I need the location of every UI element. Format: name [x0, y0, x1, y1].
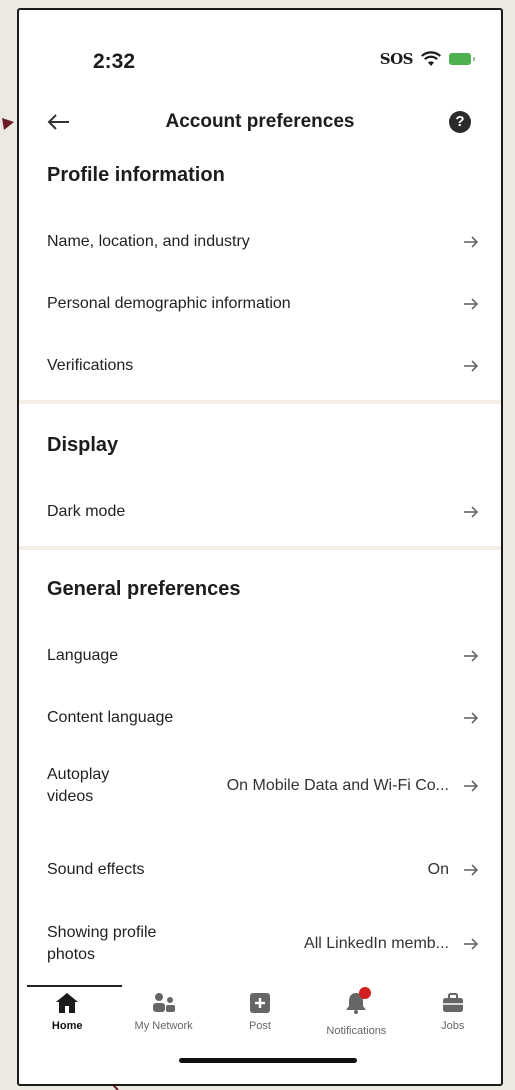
- nav-label: Post: [248, 1020, 271, 1032]
- section-divider: [19, 546, 501, 550]
- row-label: Personal demographic information: [47, 295, 291, 312]
- annotation-arrowhead: [2, 118, 14, 130]
- question-circle-icon[interactable]: ?: [449, 111, 471, 133]
- row-label: Language: [47, 647, 119, 664]
- row-value: On Mobile Data and Wi-Fi Co...: [226, 777, 449, 794]
- nav-label: Jobs: [441, 1020, 465, 1032]
- phone-screen: 2:32 SOS Account preferences ? Profile i…: [17, 8, 503, 1086]
- section-title-display: Display: [47, 434, 119, 456]
- row-label: Sound effects: [47, 861, 145, 878]
- bell-icon-wrap: [344, 987, 372, 1019]
- row-name-location-industry[interactable]: Name, location, and industry: [19, 222, 501, 262]
- nav-item-home[interactable]: Home: [22, 990, 112, 1032]
- wifi-icon: [421, 51, 441, 66]
- briefcase-icon: [442, 993, 463, 1012]
- arrow-right-icon: [464, 712, 479, 724]
- arrow-right-icon: [464, 298, 479, 310]
- row-showing-profile-photos[interactable]: Showing profile photos All LinkedIn memb…: [19, 914, 501, 974]
- section-title-general: General preferences: [47, 578, 241, 600]
- row-label: Autoplay videos: [47, 766, 110, 805]
- nav-item-my-network[interactable]: My Network: [119, 990, 209, 1032]
- arrow-right-icon: [464, 360, 479, 372]
- nav-item-notifications[interactable]: Notifications: [311, 987, 401, 1037]
- arrow-right-icon: [464, 506, 479, 518]
- nav-label: Notifications: [326, 1025, 387, 1037]
- row-language[interactable]: Language: [19, 636, 501, 676]
- row-value: On: [427, 861, 449, 878]
- nav-item-post[interactable]: Post: [215, 990, 305, 1032]
- row-sound-effects[interactable]: Sound effects On: [19, 850, 501, 890]
- row-personal-demographic[interactable]: Personal demographic information: [19, 284, 501, 324]
- row-label: Content language: [47, 709, 174, 726]
- home-icon: [56, 993, 79, 1013]
- battery-icon: [449, 53, 475, 65]
- row-verifications[interactable]: Verifications: [19, 346, 501, 386]
- plus-square-icon: [249, 993, 270, 1013]
- arrow-right-icon: [464, 780, 479, 792]
- row-label: Showing profile photos: [47, 924, 157, 963]
- row-value: All LinkedIn memb...: [304, 935, 449, 952]
- section-title-profile: Profile information: [47, 164, 225, 186]
- app-header: Account preferences ?: [19, 94, 501, 150]
- notification-badge: [359, 987, 372, 999]
- row-label: Name, location, and industry: [47, 233, 250, 250]
- bottom-nav: Home My Network Post Notifications Jobs: [19, 987, 501, 1045]
- network-icon: [152, 993, 175, 1012]
- nav-item-jobs[interactable]: Jobs: [408, 990, 498, 1032]
- status-time: 2:32: [93, 50, 136, 73]
- carrier-label: SOS: [379, 50, 414, 68]
- row-dark-mode[interactable]: Dark mode: [19, 492, 501, 532]
- row-content-language[interactable]: Content language: [19, 698, 501, 738]
- row-label: Verifications: [47, 357, 134, 374]
- row-autoplay-videos[interactable]: Autoplay videos On Mobile Data and Wi-Fi…: [19, 756, 501, 816]
- home-indicator: [179, 1058, 357, 1063]
- nav-label: Home: [51, 1020, 83, 1032]
- nav-active-indicator: [27, 985, 122, 987]
- arrow-right-icon: [464, 864, 479, 876]
- arrow-right-icon: [464, 938, 479, 950]
- row-label: Dark mode: [47, 503, 126, 520]
- section-divider: [19, 400, 501, 404]
- nav-label: My Network: [134, 1020, 193, 1032]
- arrow-right-icon: [464, 236, 479, 248]
- page-title: Account preferences: [165, 111, 355, 132]
- status-icons: SOS: [379, 50, 475, 68]
- arrow-right-icon: [464, 650, 479, 662]
